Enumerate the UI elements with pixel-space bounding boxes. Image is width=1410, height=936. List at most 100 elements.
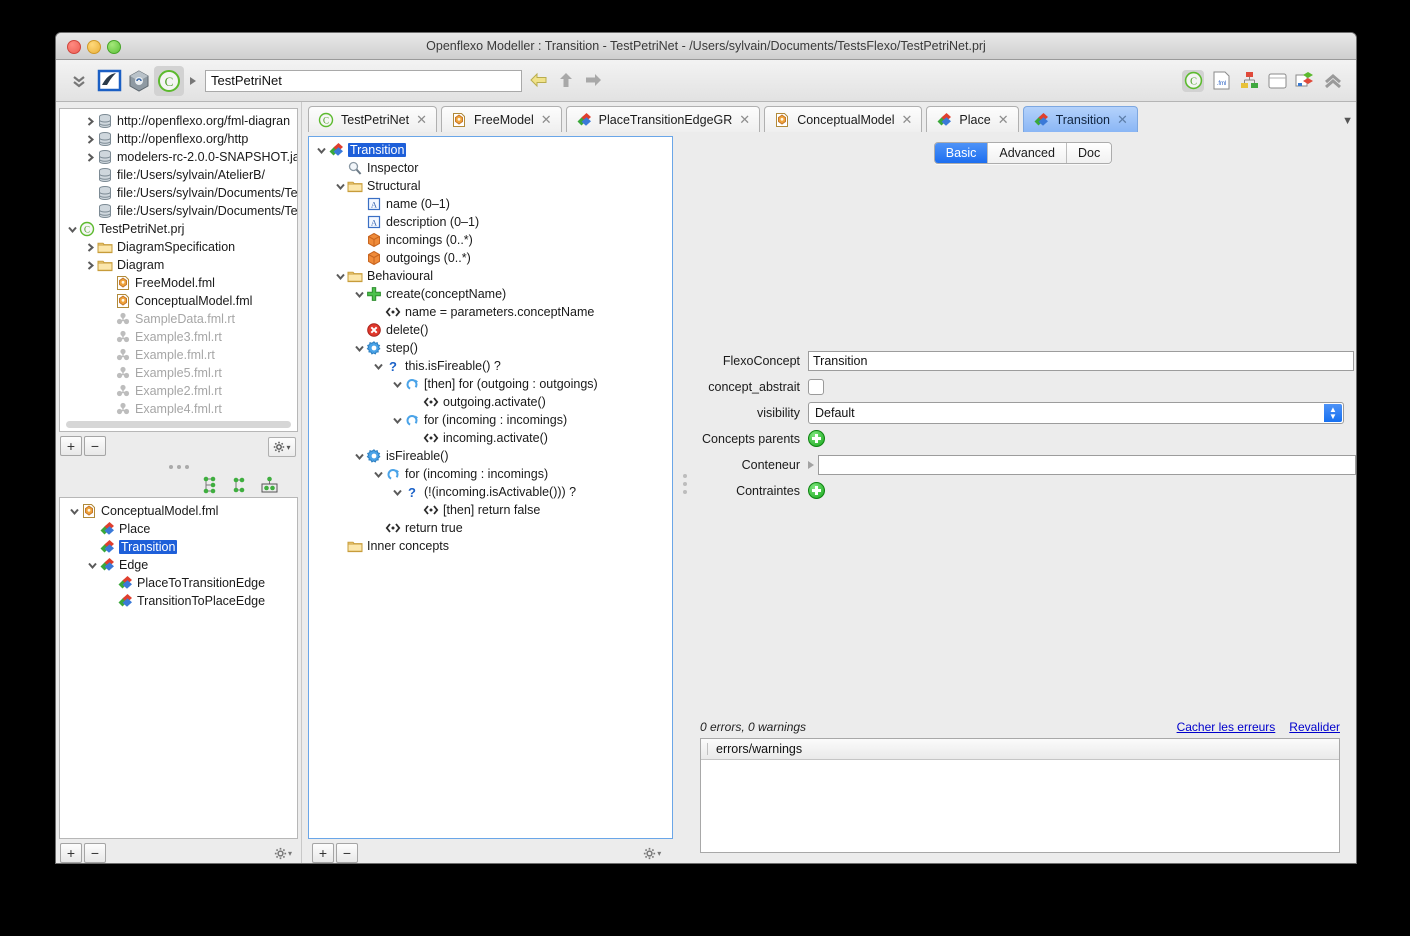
tree-row[interactable]: Transition <box>60 538 297 556</box>
tree-row[interactable]: outgoings (0..*) <box>309 249 672 267</box>
flexo-blue-icon[interactable] <box>94 66 124 96</box>
tree-twisty-icon[interactable] <box>84 134 97 145</box>
tree-row[interactable]: Behavioural <box>309 267 672 285</box>
flexo-cube-icon[interactable] <box>124 66 154 96</box>
tree-row[interactable]: incoming.activate() <box>309 429 672 447</box>
tree-row[interactable]: file:/Users/sylvain/Documents/Te <box>60 202 297 220</box>
tree-twisty-icon[interactable] <box>334 271 347 282</box>
flexoconcept-input[interactable]: Transition <box>808 350 1354 371</box>
close-tab-icon[interactable]: ✕ <box>739 113 750 126</box>
inspector-tab-basic[interactable]: Basic <box>934 143 989 163</box>
tree-row[interactable]: Aname (0–1) <box>309 195 672 213</box>
inspector-tab-advanced[interactable]: Advanced <box>988 143 1067 163</box>
concept-abstrait-checkbox[interactable] <box>808 378 824 395</box>
conceptual-model-browser[interactable]: ConceptualModel.fml Place Transition Edge Pl… <box>59 497 298 839</box>
tree-row[interactable]: Diagram <box>60 256 297 274</box>
tree-row[interactable]: FreeModel.fml <box>60 274 297 292</box>
chevrons-down-icon[interactable] <box>64 66 94 96</box>
tree-row[interactable]: step() <box>309 339 672 357</box>
close-tab-icon[interactable]: ✕ <box>1117 113 1128 126</box>
tree-twisty-icon[interactable] <box>84 116 97 127</box>
conteneur-expand-triangle-icon[interactable] <box>808 460 814 469</box>
close-tab-icon[interactable]: ✕ <box>541 113 552 126</box>
document-tab[interactable]: PlaceTransitionEdgeGR ✕ <box>565 106 761 132</box>
tree-row[interactable]: modelers-rc-2.0.0-SNAPSHOT.ja <box>60 148 297 166</box>
tree-row[interactable]: Place <box>60 520 297 538</box>
tree-row[interactable]: Structural <box>309 177 672 195</box>
tree-row[interactable]: Inner concepts <box>309 537 672 555</box>
tree-row[interactable]: name = parameters.conceptName <box>309 303 672 321</box>
tree-twisty-icon[interactable] <box>372 361 385 372</box>
resource-browser[interactable]: http://openflexo.org/fml-diagran http://o… <box>59 108 298 432</box>
tree-row[interactable]: outgoing.activate() <box>309 393 672 411</box>
tree-twisty-icon[interactable] <box>353 451 366 462</box>
splitter-handle[interactable] <box>56 461 301 473</box>
inspector-tab-doc[interactable]: Doc <box>1066 143 1112 163</box>
tree-twisty-icon[interactable] <box>86 560 99 571</box>
remove-concept-button[interactable]: − <box>84 843 106 863</box>
up-arrow-icon[interactable] <box>556 71 576 91</box>
back-arrow-icon[interactable] <box>529 71 549 91</box>
tree-row[interactable]: [then] return false <box>309 501 672 519</box>
tree-row[interactable]: isFireable() <box>309 447 672 465</box>
tree-row[interactable]: delete() <box>309 321 672 339</box>
forward-arrow-icon[interactable] <box>583 71 603 91</box>
tree-row[interactable]: SampleData.fml.rt <box>60 310 297 328</box>
add-contrainte-button[interactable] <box>808 482 825 499</box>
tree-row[interactable]: for (incoming : incomings) <box>309 465 672 483</box>
tree-row[interactable]: Transition <box>309 141 672 159</box>
address-input[interactable]: TestPetriNet <box>205 69 522 92</box>
document-tab[interactable]: C TestPetriNet ✕ <box>308 106 437 132</box>
errors-table[interactable]: errors/warnings <box>700 738 1340 853</box>
close-tab-icon[interactable]: ✕ <box>998 113 1009 126</box>
tree-row[interactable]: Example5.fml.rt <box>60 364 297 382</box>
tree-row[interactable]: PlaceToTransitionEdge <box>60 574 297 592</box>
tree-row[interactable]: Adescription (0–1) <box>309 213 672 231</box>
tree-row[interactable]: C TestPetriNet.prj <box>60 220 297 238</box>
tree-row[interactable]: create(conceptName) <box>309 285 672 303</box>
tree-row[interactable]: http://openflexo.org/fml-diagran <box>60 112 297 130</box>
conceptual-settings-gear-icon[interactable]: ▾ <box>270 844 296 862</box>
tree-twisty-icon[interactable] <box>391 487 404 498</box>
tree-twisty-icon[interactable] <box>84 152 97 163</box>
horizontal-scrollbar[interactable] <box>66 421 291 428</box>
tree-row[interactable]: ConceptualModel.fml <box>60 502 297 520</box>
openflexo-c-icon[interactable]: C <box>154 65 184 96</box>
collapse-up-icon[interactable] <box>1322 70 1344 92</box>
tree-row[interactable]: Example.fml.rt <box>60 346 297 364</box>
visibility-stepper-chevrons-icon[interactable]: ▲ ▼ <box>1324 403 1342 422</box>
remove-fml-element-button[interactable]: − <box>336 843 358 863</box>
document-tab[interactable]: Place ✕ <box>926 106 1019 132</box>
tree-twisty-icon[interactable] <box>68 506 81 517</box>
document-tab[interactable]: FreeModel ✕ <box>441 106 562 132</box>
tree-row[interactable]: ? (!(incoming.isActivable())) ? <box>309 483 672 501</box>
tree-twisty-icon[interactable] <box>391 379 404 390</box>
tree-twisty-icon[interactable] <box>353 343 366 354</box>
add-fml-element-button[interactable]: + <box>312 843 334 863</box>
vertical-splitter[interactable] <box>679 102 690 863</box>
add-concept-button[interactable]: + <box>60 843 82 863</box>
visibility-combobox[interactable]: Default ▲ ▼ <box>808 401 1344 424</box>
tree-twisty-icon[interactable] <box>84 242 97 253</box>
tree-row[interactable]: return true <box>309 519 672 537</box>
window-icon[interactable] <box>1266 70 1288 92</box>
tree-twisty-icon[interactable] <box>334 181 347 192</box>
close-tab-icon[interactable]: ✕ <box>902 113 913 126</box>
resource-settings-gear-icon[interactable]: ▾ <box>268 437 296 457</box>
diagram-icon[interactable] <box>1294 70 1316 92</box>
tree-row[interactable]: [then] for (outgoing : outgoings) <box>309 375 672 393</box>
document-tab[interactable]: ConceptualModel ✕ <box>764 106 923 132</box>
tab-overflow-chevron-down-icon[interactable]: ▼ <box>1342 115 1353 127</box>
tree-row[interactable]: ConceptualModel.fml <box>60 292 297 310</box>
fml-doc-icon[interactable]: .fml <box>1210 70 1232 92</box>
tree-row[interactable]: TransitionToPlaceEdge <box>60 592 297 610</box>
hide-errors-link[interactable]: Cacher les erreurs <box>1177 720 1276 734</box>
conteneur-input[interactable] <box>818 454 1356 475</box>
tree-row[interactable]: DiagramSpecification <box>60 238 297 256</box>
tree-twisty-icon[interactable] <box>84 260 97 271</box>
close-tab-icon[interactable]: ✕ <box>416 113 427 126</box>
hierarchy-icon[interactable] <box>1238 70 1260 92</box>
fml-settings-gear-icon[interactable]: ▾ <box>639 844 665 862</box>
tree-twisty-icon[interactable] <box>353 289 366 300</box>
revalidate-link[interactable]: Revalider <box>1289 720 1340 734</box>
